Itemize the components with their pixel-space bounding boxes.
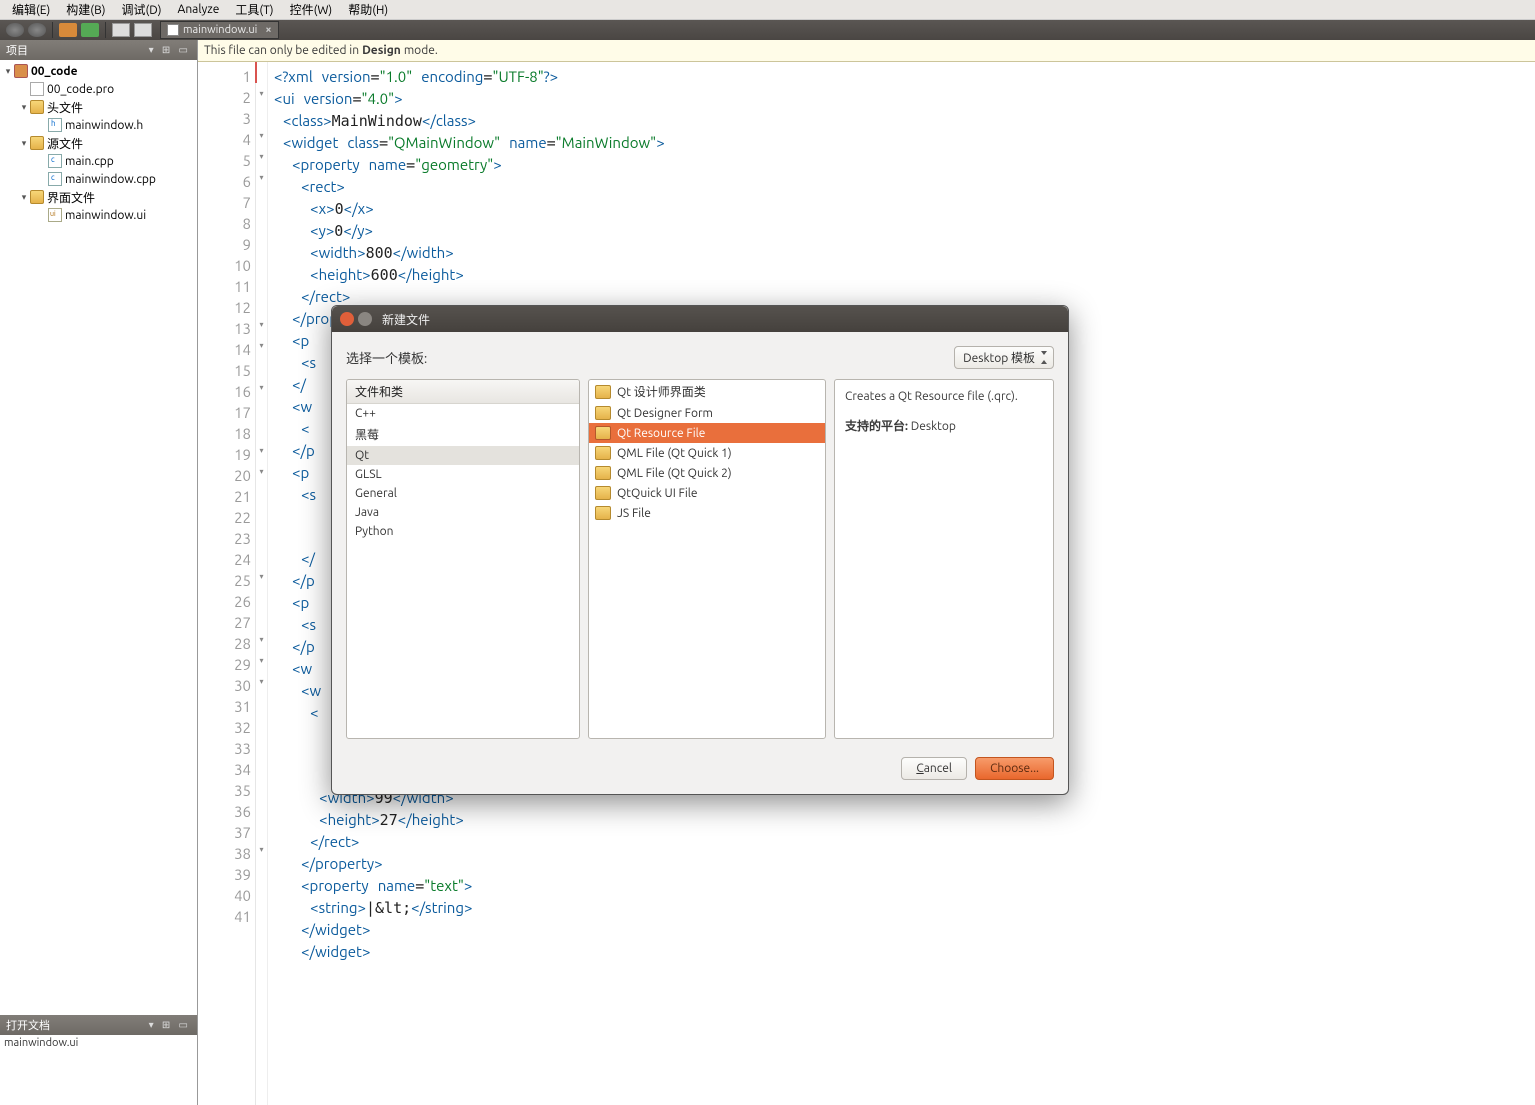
tab-label: mainwindow.ui — [183, 24, 257, 36]
folder-icon — [595, 466, 611, 480]
tree-source-file[interactable]: mainwindow.cpp — [0, 170, 197, 188]
cancel-button[interactable]: Cancel — [901, 757, 967, 780]
tree-forms-folder[interactable]: ▾界面文件 — [0, 188, 197, 206]
template-list[interactable]: Qt 设计师界面类 Qt Designer Form Qt Resource Fil… — [588, 379, 826, 739]
template-item[interactable]: QML File (Qt Quick 1) — [589, 443, 825, 463]
tree-headers-folder[interactable]: ▾头文件 — [0, 98, 197, 116]
bookmark-icon[interactable] — [81, 23, 99, 37]
category-item[interactable]: 黑莓 — [347, 423, 579, 446]
left-sidebar: 项目 ▾ ⊞ ▭ ▾00_code 00_code.pro ▾头文件 mainw… — [0, 40, 198, 1105]
desc-text: Creates a Qt Resource file (.qrc). — [845, 390, 1043, 403]
projects-pane-header: 项目 ▾ ⊞ ▭ — [0, 40, 197, 60]
category-item[interactable]: Java — [347, 503, 579, 522]
window-min-icon[interactable] — [358, 312, 372, 326]
menu-tools[interactable]: 工具(T) — [227, 1, 281, 18]
category-header: 文件和类 — [347, 380, 579, 404]
h-file-icon — [48, 118, 62, 132]
folder-icon — [595, 426, 611, 440]
template-label: Qt Designer Form — [617, 407, 713, 420]
build-icon[interactable] — [59, 23, 77, 37]
paste-icon[interactable] — [134, 23, 152, 37]
tab-close-icon[interactable]: × — [265, 24, 271, 36]
category-item[interactable]: General — [347, 484, 579, 503]
template-filter-combo[interactable]: Desktop 模板 — [954, 346, 1054, 369]
line-number-gutter: 1234567891011121314151617181920212223242… — [198, 62, 256, 1105]
menu-debug[interactable]: 调试(D) — [113, 1, 169, 18]
cpp-file-icon — [48, 172, 62, 186]
category-item[interactable]: Qt — [347, 446, 579, 465]
editor-tab[interactable]: mainwindow.ui × — [160, 21, 279, 39]
template-item[interactable]: Qt 设计师界面类 — [589, 380, 825, 403]
new-file-dialog: 新建文件 选择一个模板: Desktop 模板 文件和类 C++黑莓QtGLSL… — [331, 305, 1069, 795]
notice-bold: Design — [362, 44, 401, 57]
tree-project[interactable]: ▾00_code — [0, 62, 197, 80]
notice-pre: This file can only be edited in — [204, 44, 359, 57]
ui-file-icon — [48, 208, 62, 222]
project-icon — [14, 64, 28, 78]
dialog-titlebar[interactable]: 新建文件 — [332, 306, 1068, 332]
tree-sources-folder[interactable]: ▾源文件 — [0, 134, 197, 152]
dialog-title: 新建文件 — [382, 311, 430, 328]
folder-icon — [595, 506, 611, 520]
fold-column[interactable]: ▾▾▾▾▾▾▾▾▾▾▾▾▾▾ — [256, 62, 268, 1105]
project-tree[interactable]: ▾00_code 00_code.pro ▾头文件 mainwindow.h ▾… — [0, 60, 197, 1015]
category-item[interactable]: Python — [347, 522, 579, 541]
template-item[interactable]: Qt Resource File — [589, 423, 825, 443]
open-docs-title: 打开文档 — [6, 1017, 50, 1033]
platform-value: Desktop — [911, 420, 956, 433]
folder-icon — [30, 190, 44, 204]
template-item[interactable]: JS File — [589, 503, 825, 523]
open-docs-list[interactable]: mainwindow.ui — [0, 1035, 197, 1105]
choose-button[interactable]: Choose... — [975, 757, 1054, 780]
folder-icon — [595, 406, 611, 420]
open-docs-header: 打开文档 ▾ ⊞ ▭ — [0, 1015, 197, 1035]
folder-icon — [595, 486, 611, 500]
category-item[interactable]: C++ — [347, 404, 579, 423]
menu-bar: 编辑(E) 构建(B) 调试(D) Analyze 工具(T) 控件(W) 帮助… — [0, 0, 1535, 20]
template-item[interactable]: Qt Designer Form — [589, 403, 825, 423]
template-label: QML File (Qt Quick 1) — [617, 447, 732, 460]
menu-help[interactable]: 帮助(H) — [340, 1, 396, 18]
window-close-icon[interactable] — [340, 312, 354, 326]
open-doc-item[interactable]: mainwindow.ui — [4, 1037, 193, 1049]
template-label: Qt Resource File — [617, 427, 705, 440]
template-label: JS File — [617, 507, 651, 520]
toolbar: mainwindow.ui × — [0, 20, 1535, 40]
notice-post: mode. — [404, 44, 438, 57]
open-docs-buttons[interactable]: ▾ ⊞ ▭ — [149, 1019, 191, 1031]
design-mode-notice: This file can only be edited in Design m… — [198, 40, 1535, 62]
tree-pro-file[interactable]: 00_code.pro — [0, 80, 197, 98]
cpp-file-icon — [48, 154, 62, 168]
template-label: QtQuick UI File — [617, 487, 698, 500]
category-item[interactable]: GLSL — [347, 465, 579, 484]
folder-icon — [30, 100, 44, 114]
nav-back-icon[interactable] — [6, 23, 24, 37]
projects-pane-title: 项目 — [6, 42, 28, 58]
template-item[interactable]: QML File (Qt Quick 2) — [589, 463, 825, 483]
menu-analyze[interactable]: Analyze — [170, 3, 228, 16]
folder-icon — [595, 385, 611, 399]
document-icon — [167, 24, 179, 36]
template-label: QML File (Qt Quick 2) — [617, 467, 732, 480]
tree-header-file[interactable]: mainwindow.h — [0, 116, 197, 134]
category-list[interactable]: 文件和类 C++黑莓QtGLSLGeneralJavaPython — [346, 379, 580, 739]
pane-header-buttons[interactable]: ▾ ⊞ ▭ — [149, 44, 191, 56]
pro-file-icon — [30, 82, 44, 96]
template-description: Creates a Qt Resource file (.qrc). 支持的平台… — [834, 379, 1054, 739]
choose-template-label: 选择一个模板: — [346, 348, 427, 367]
template-label: Qt 设计师界面类 — [617, 383, 706, 400]
menu-build[interactable]: 构建(B) — [58, 1, 113, 18]
copy-icon[interactable] — [112, 23, 130, 37]
folder-icon — [595, 446, 611, 460]
nav-fwd-icon[interactable] — [28, 23, 46, 37]
template-item[interactable]: QtQuick UI File — [589, 483, 825, 503]
tree-ui-file[interactable]: mainwindow.ui — [0, 206, 197, 224]
folder-icon — [30, 136, 44, 150]
tree-source-file[interactable]: main.cpp — [0, 152, 197, 170]
menu-widgets[interactable]: 控件(W) — [282, 1, 341, 18]
menu-edit[interactable]: 编辑(E) — [4, 1, 58, 18]
platform-label: 支持的平台: — [845, 420, 911, 433]
